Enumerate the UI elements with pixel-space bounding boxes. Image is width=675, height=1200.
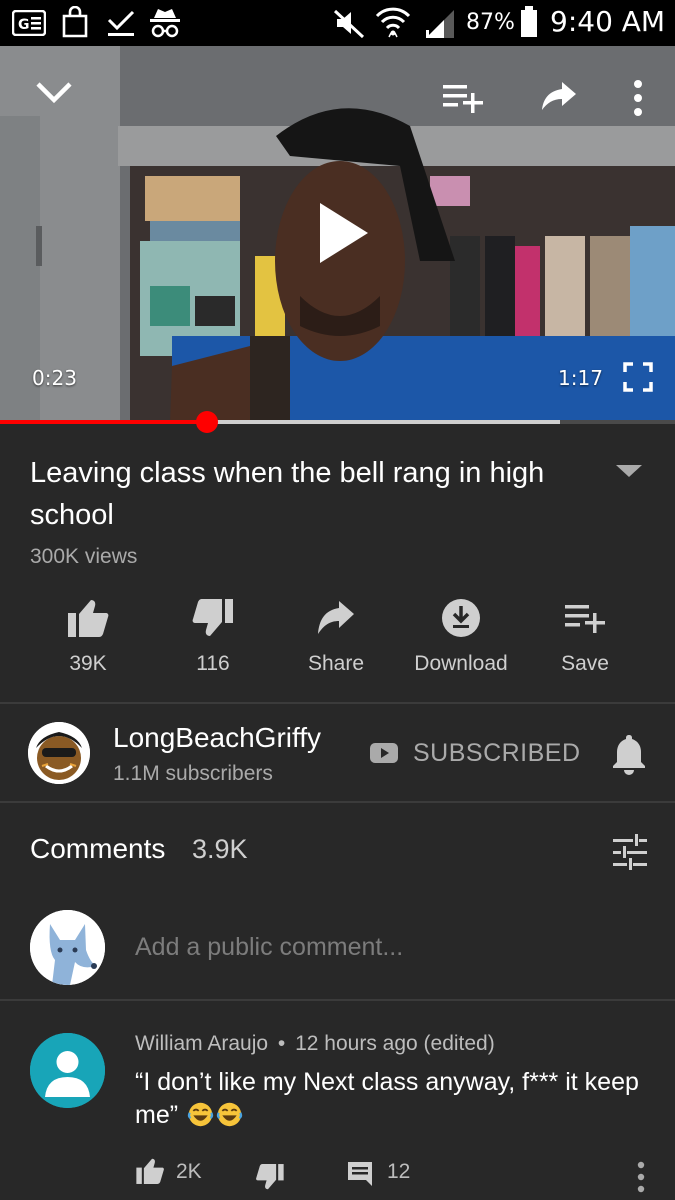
- comment-like-icon[interactable]: [135, 1156, 165, 1186]
- comments-count: 3.9K: [192, 834, 248, 864]
- mute-icon: [333, 9, 365, 39]
- played-bar: [0, 420, 207, 424]
- play-icon[interactable]: [318, 201, 370, 265]
- action-row: 39K 116 Share Download Save: [0, 590, 675, 695]
- youtube-logo-icon: [370, 743, 398, 763]
- share-label: Share: [307, 652, 365, 675]
- download-done-icon: [107, 10, 135, 36]
- subscribe-button[interactable]: SUBSCRIBED: [413, 739, 581, 768]
- comment-author[interactable]: William Araujo: [135, 1032, 268, 1055]
- video-title: Leaving class when the bell rang in high…: [30, 457, 545, 531]
- comment-like-count: 2K: [176, 1160, 202, 1183]
- comment-actions: 2K 12: [0, 1150, 675, 1200]
- comment-more-icon[interactable]: [636, 1160, 646, 1194]
- share-icon: [318, 601, 354, 634]
- svg-text:G: G: [18, 17, 30, 33]
- shopping-bag-icon: [62, 6, 88, 38]
- comments-heading: Comments: [30, 833, 166, 864]
- comment-body: “I don’t like my Next class anyway, f***…: [135, 1066, 645, 1132]
- channel-avatar[interactable]: [28, 722, 90, 784]
- comment-dislike-icon[interactable]: [255, 1162, 285, 1192]
- clock: 9:40 AM: [550, 5, 666, 38]
- minimize-chevron-icon[interactable]: [34, 80, 74, 106]
- download-label: Download: [414, 652, 508, 675]
- video-player[interactable]: 0:23 1:17: [0, 46, 675, 424]
- view-count: 300K views: [30, 545, 138, 568]
- duration: 1:17: [558, 366, 603, 390]
- wifi-icon: [375, 7, 411, 38]
- divider: [0, 702, 675, 704]
- share-arrow-icon[interactable]: [540, 82, 578, 112]
- add-comment-input[interactable]: Add a public comment...: [135, 933, 403, 962]
- seek-thumb[interactable]: [195, 411, 218, 433]
- dislike-count: 116: [196, 652, 230, 675]
- battery-percentage: 87%: [466, 10, 515, 35]
- commenter-avatar[interactable]: [30, 1033, 105, 1108]
- google-news-icon: G: [12, 10, 46, 36]
- like-button[interactable]: 39K: [23, 590, 153, 690]
- laughing-emoji-icon: [187, 1102, 214, 1127]
- reply-icon[interactable]: [345, 1159, 375, 1189]
- add-to-playlist-icon: [565, 605, 605, 633]
- laughing-emoji-icon: [216, 1102, 243, 1127]
- meta-separator: •: [277, 1032, 286, 1055]
- download-icon: [442, 599, 480, 637]
- comment-meta: William Araujo • 12 hours ago (edited): [135, 1032, 495, 1056]
- fullscreen-icon[interactable]: [623, 362, 653, 392]
- more-options-icon[interactable]: [632, 78, 644, 118]
- save-button[interactable]: Save: [520, 590, 650, 690]
- divider: [0, 801, 675, 803]
- reply-count: 12: [387, 1160, 411, 1183]
- expand-description-icon[interactable]: [614, 463, 644, 479]
- seek-bar[interactable]: [0, 411, 675, 433]
- sort-comments-icon[interactable]: [611, 834, 649, 870]
- subscriber-count: 1.1M subscribers: [113, 762, 273, 785]
- battery-icon: [521, 6, 537, 37]
- notification-bell-icon[interactable]: [611, 733, 647, 775]
- dislike-button[interactable]: 116: [148, 590, 278, 690]
- download-button[interactable]: Download: [396, 590, 526, 690]
- current-time: 0:23: [32, 366, 77, 390]
- add-to-queue-icon[interactable]: [442, 82, 484, 114]
- comment-time: 12 hours ago (edited): [295, 1032, 495, 1055]
- share-button[interactable]: Share: [271, 590, 401, 690]
- divider: [0, 999, 675, 1001]
- user-avatar: [30, 910, 105, 985]
- channel-name[interactable]: LongBeachGriffy: [113, 722, 321, 754]
- thumbs-down-icon: [192, 599, 233, 636]
- status-bar: G 87% 9:40 AM: [0, 0, 675, 46]
- save-label: Save: [561, 652, 609, 675]
- thumbs-up-icon: [68, 600, 109, 637]
- like-count: 39K: [69, 652, 107, 675]
- signal-icon: [426, 10, 454, 38]
- incognito-icon: [150, 9, 180, 38]
